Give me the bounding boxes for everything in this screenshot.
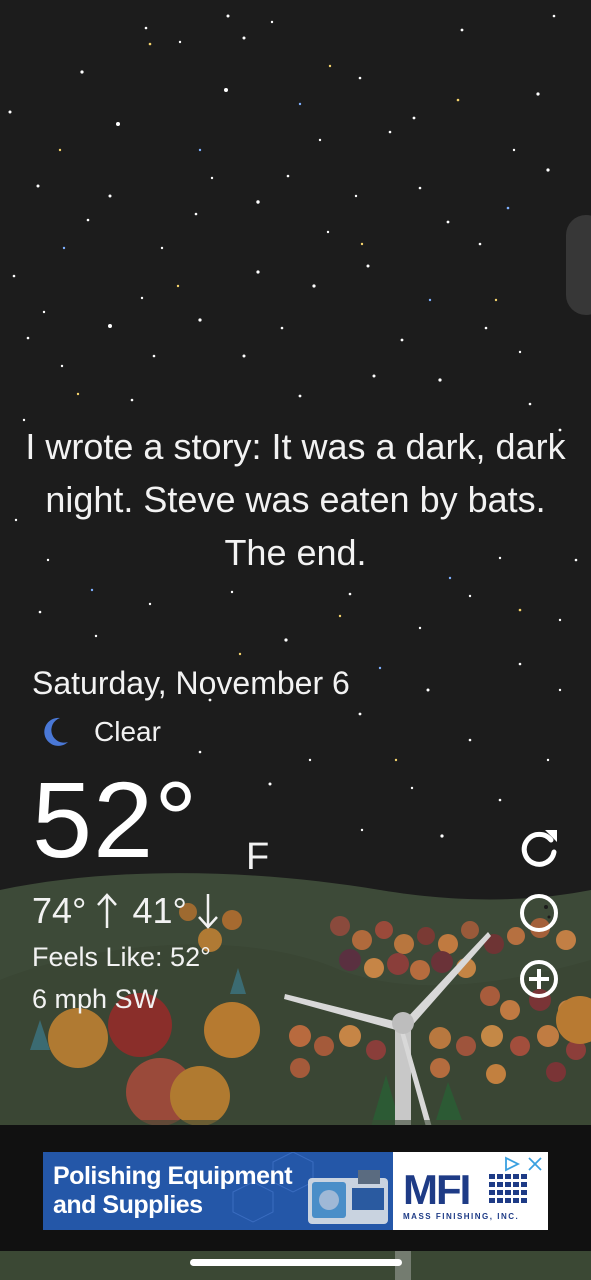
ad-banner[interactable]: Polishing Equipment and Supplies MFI MAS… [43,1152,548,1230]
add-location-icon[interactable] [517,957,561,1001]
weather-joke: I wrote a story: It was a dark, dark nig… [25,426,566,573]
forecast-date: Saturday, November 6 [32,665,350,701]
ad-choices-icon[interactable] [503,1156,521,1172]
polishing-machine-image [308,1170,388,1224]
arrow-up-icon [97,893,118,928]
wind-speed: 6 mph SW [32,984,159,1014]
ad-logo-panel: MFI MASS FINISHING, INC. [393,1152,548,1230]
ad-close-icon[interactable] [527,1156,543,1172]
ad-headline-line2: and Supplies [53,1191,203,1219]
high-temperature: 74° [32,890,87,931]
condition-row: Clear [38,710,161,754]
ad-headline-line1: Polishing Equipment [53,1162,293,1190]
ad-bar: Polishing Equipment and Supplies MFI MAS… [0,1125,591,1251]
weather-screen: I wrote a story: It was a dark, dark nig… [0,0,591,1280]
low-temperature: 41° [132,890,187,931]
ad-logo-subtext: MASS FINISHING, INC. [403,1212,520,1221]
ad-headline: Polishing Equipment and Supplies [53,1162,293,1220]
high-low-temperatures: 74° 41° [32,890,233,932]
ad-logo-grid [489,1174,527,1203]
feels-like: Feels Like: 52° [32,942,211,972]
theme-toggle-icon[interactable] [517,891,561,935]
temperature-unit[interactable]: F [246,836,269,879]
ad-logo: MFI [403,1166,471,1213]
side-panel-handle[interactable] [566,215,591,315]
arrow-down-icon [197,894,218,929]
home-indicator[interactable] [190,1259,402,1266]
condition-label: Clear [94,716,161,747]
crescent-moon-icon [44,717,68,746]
current-temperature: 52° [32,759,199,880]
refresh-icon[interactable] [517,826,561,870]
